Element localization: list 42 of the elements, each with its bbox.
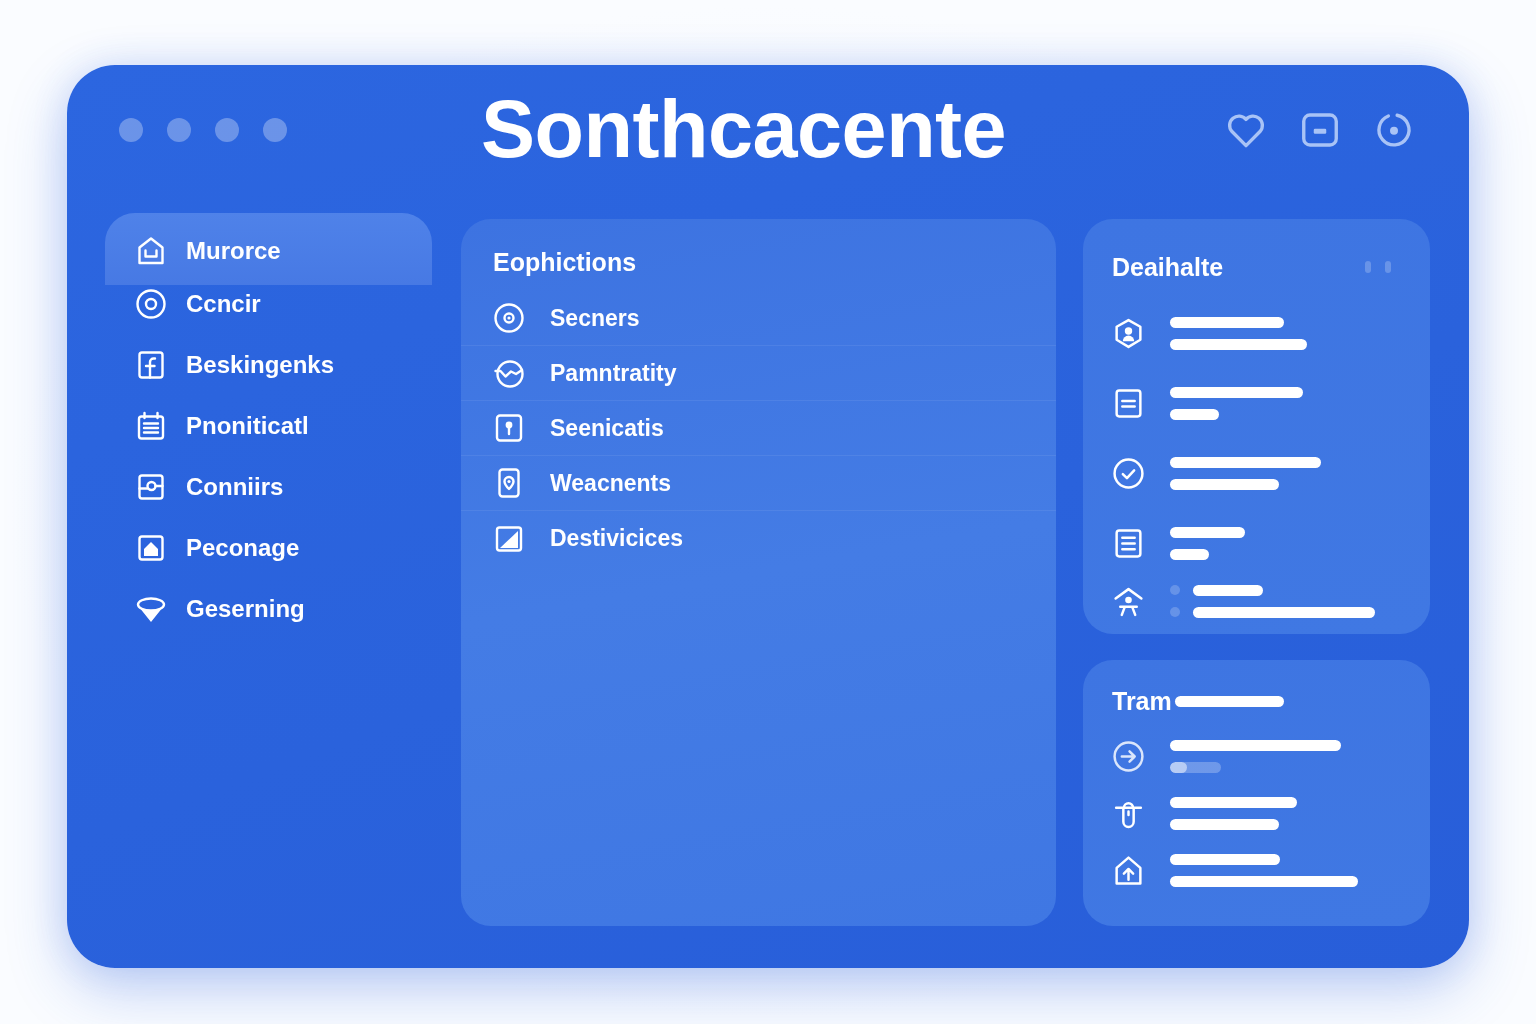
window-title: Sonthcacente <box>481 85 1007 175</box>
house-arrow-icon <box>1112 854 1145 887</box>
window-dot-icon <box>263 118 287 142</box>
sidebar-item[interactable]: Pnoniticatl <box>135 407 309 445</box>
panel-title: Deaihalte <box>1112 252 1224 282</box>
bullet-icon <box>1170 607 1180 617</box>
list-item[interactable]: Weacnents <box>550 469 671 497</box>
sidebar-item[interactable]: Peconage <box>135 529 300 567</box>
list-item[interactable]: Seenicatis <box>550 414 664 442</box>
window-dot-icon <box>167 118 191 142</box>
skeleton-line <box>1170 548 1209 560</box>
house-square-icon <box>135 532 167 564</box>
target-icon <box>135 288 167 320</box>
sidebar-item[interactable]: Ccncir <box>135 285 261 323</box>
circle-wave-icon <box>493 357 525 389</box>
skeleton-line <box>1170 408 1219 420</box>
sidebar-item[interactable]: Conniirs <box>135 468 284 506</box>
sidebar-item[interactable]: Beskingenks <box>135 346 335 384</box>
keyhole-icon <box>493 412 525 444</box>
bullet-icon <box>1170 585 1180 595</box>
house-icon <box>135 235 167 267</box>
handle-dots-icon <box>1365 261 1391 273</box>
list-item[interactable]: Destivicices <box>550 525 683 552</box>
check-circle-icon <box>1112 456 1145 490</box>
document-icon <box>1112 386 1145 420</box>
panel-title: Tram <box>1112 686 1172 716</box>
arrow-circle-icon <box>1112 740 1145 773</box>
user-shield-icon <box>1112 316 1145 350</box>
minus-square-icon[interactable] <box>1300 110 1340 150</box>
sidebar-item[interactable]: Geserning <box>135 590 305 628</box>
node-box-icon <box>135 471 167 503</box>
f-square-icon <box>135 349 167 381</box>
list-icon <box>1112 526 1145 560</box>
sidebar-item[interactable]: Murorce <box>105 213 432 285</box>
list-item[interactable]: Pamntratity <box>550 359 677 387</box>
window-dot-icon <box>119 118 143 142</box>
panel-title: Eophictions <box>493 247 638 277</box>
skeleton-line <box>1193 584 1263 596</box>
target-icon <box>493 302 525 334</box>
window-dot-icon <box>215 118 239 142</box>
calendar-icon <box>135 410 167 442</box>
list-item[interactable]: Secners <box>550 304 640 332</box>
